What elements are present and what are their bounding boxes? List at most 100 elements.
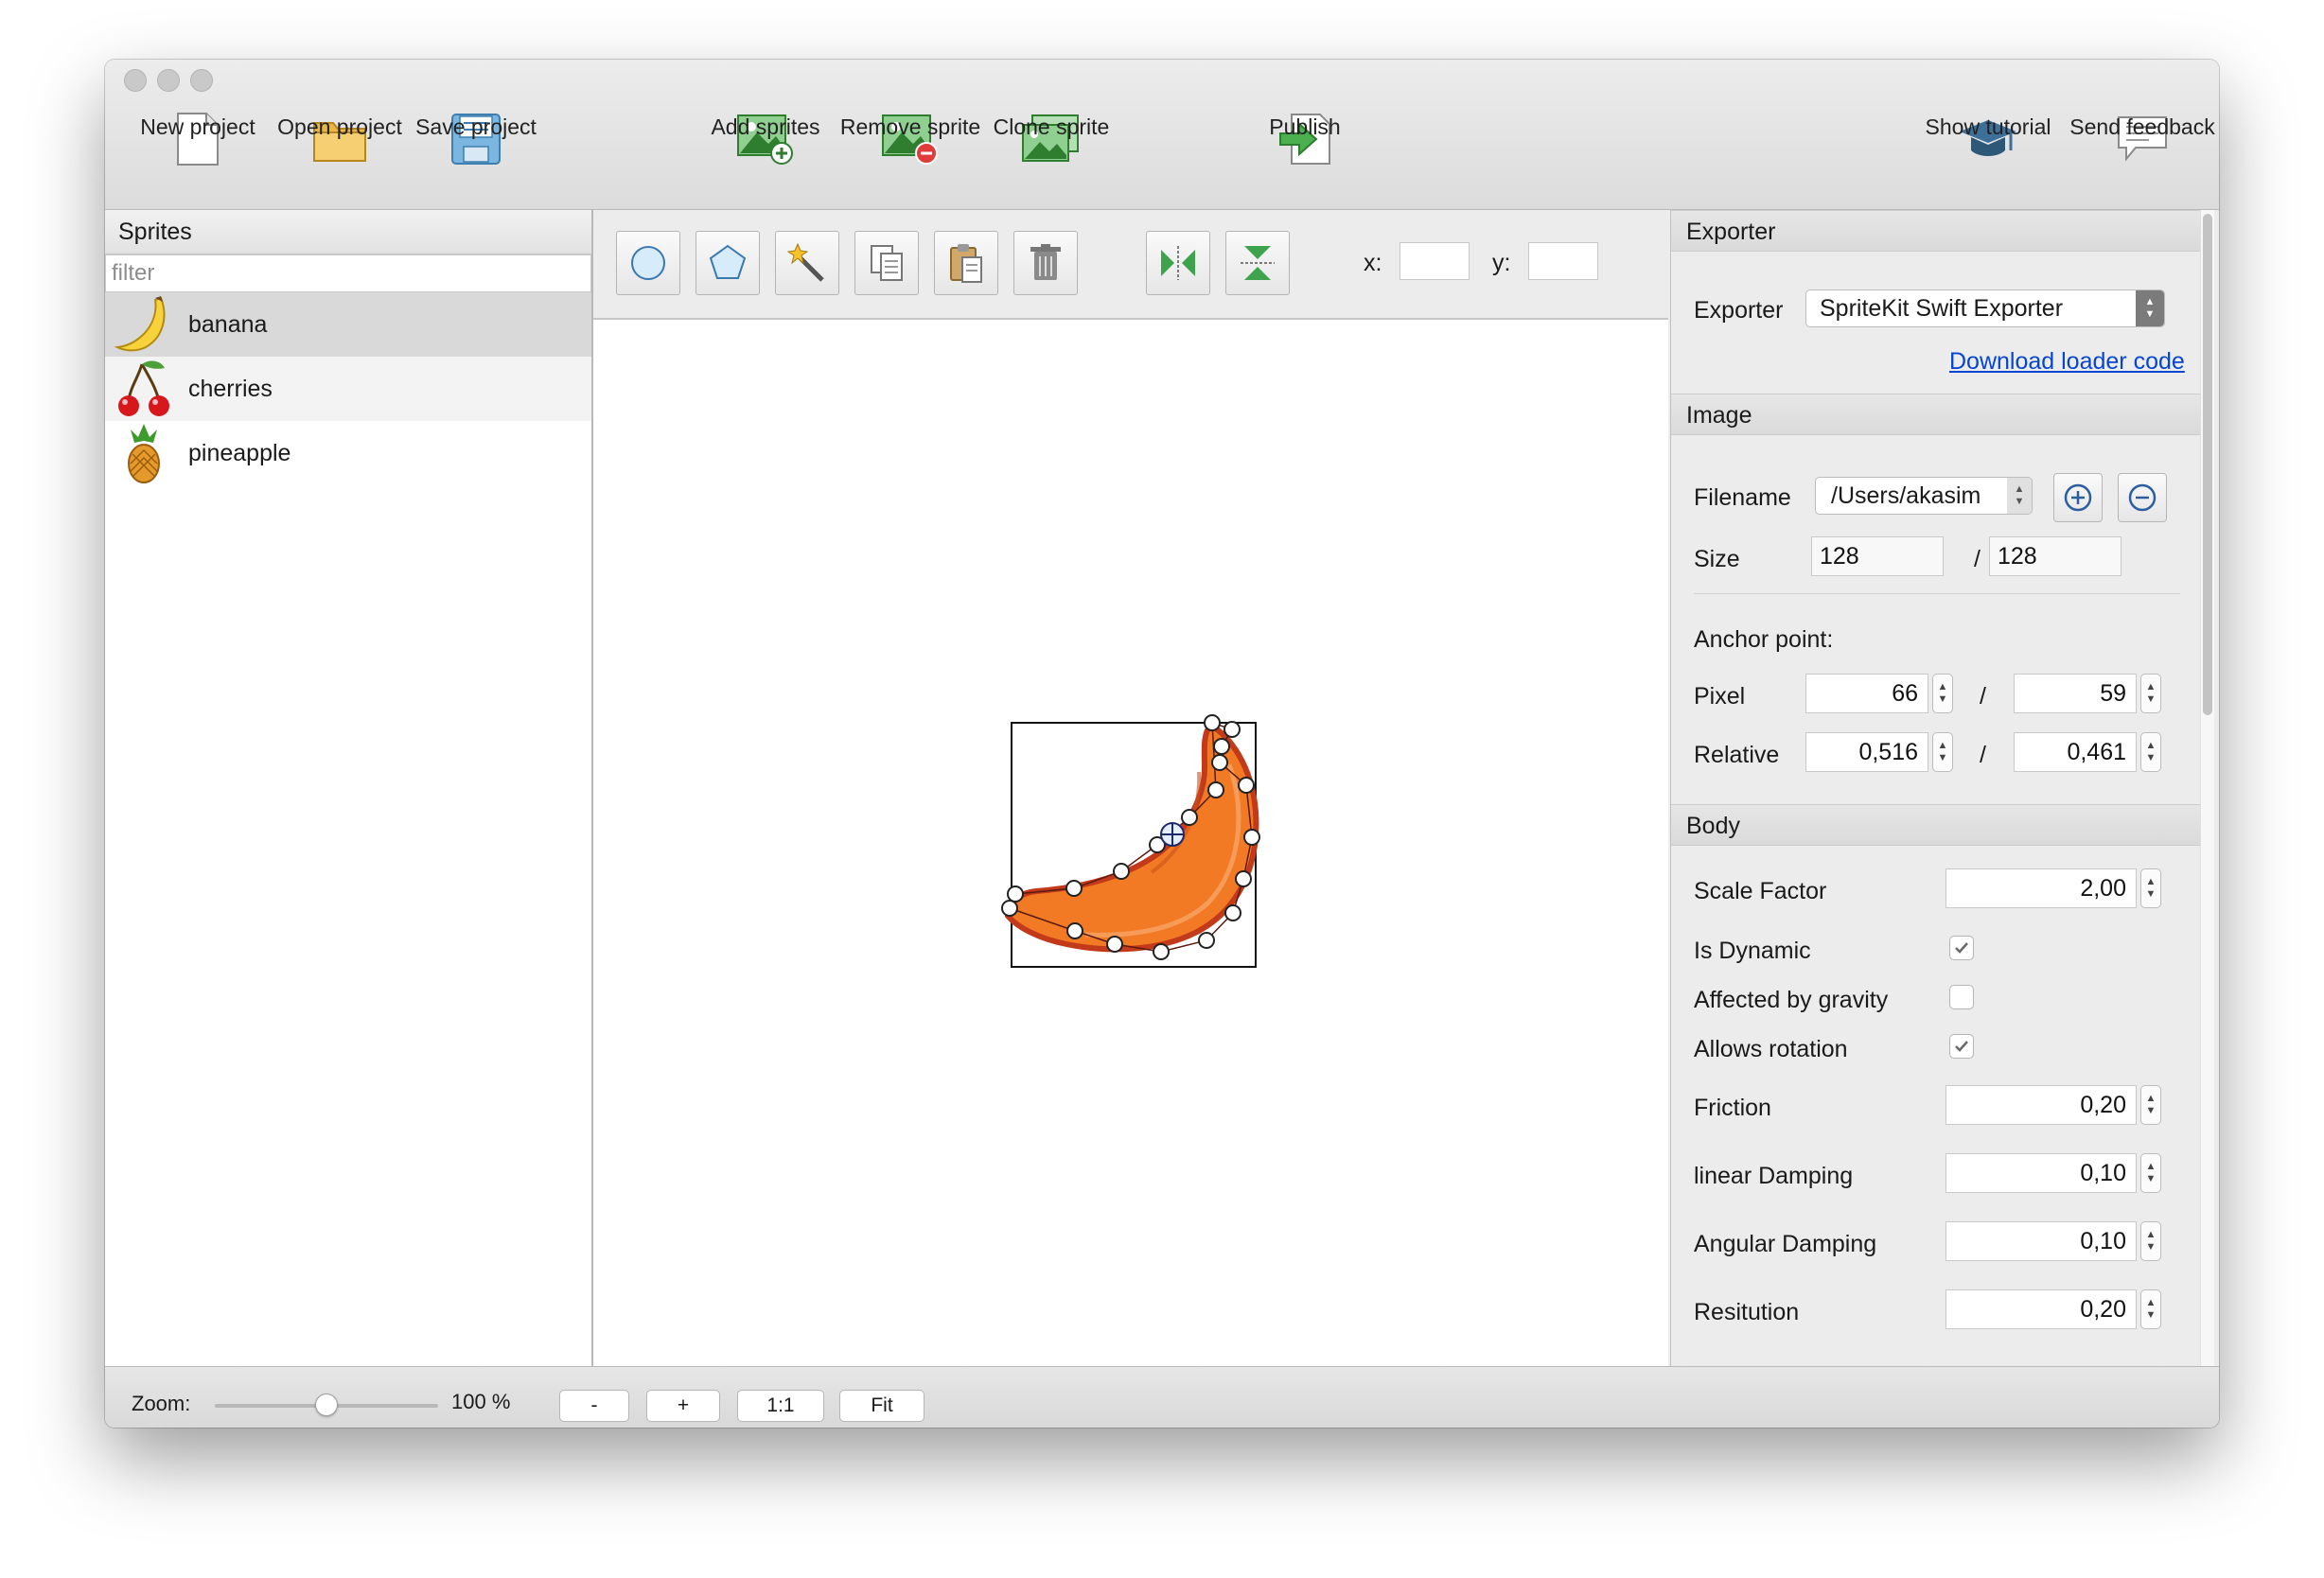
- y-label: y:: [1492, 250, 1511, 276]
- save-project-button[interactable]: Save project: [400, 109, 552, 169]
- zoom-window-button[interactable]: [190, 69, 213, 92]
- scale-factor-stepper[interactable]: ▲ ▼: [2140, 868, 2161, 908]
- restitution-stepper[interactable]: ▲ ▼: [2140, 1289, 2161, 1329]
- checkmark-icon: [1955, 942, 1968, 954]
- remove-file-button[interactable]: [2118, 473, 2167, 522]
- banana-icon: [111, 292, 177, 357]
- relative-y-stepper[interactable]: ▲ ▼: [2140, 732, 2161, 772]
- sprite-canvas[interactable]: [593, 320, 1668, 1366]
- add-file-button[interactable]: [2053, 473, 2103, 522]
- trash-icon: [1030, 244, 1061, 280]
- linear-damping-field[interactable]: [1945, 1153, 2137, 1193]
- pixel-y-field[interactable]: [2014, 674, 2137, 713]
- image-section-header: Image: [1671, 394, 2201, 435]
- zoom-value: 100 %: [451, 1390, 511, 1413]
- size-separator: /: [1974, 546, 1981, 572]
- affected-by-gravity-checkbox[interactable]: [1949, 985, 1974, 1009]
- zoom-slider[interactable]: [215, 1394, 438, 1416]
- editor-toolbar: x: y:: [593, 210, 1668, 320]
- zoom-in-button[interactable]: +: [646, 1390, 720, 1422]
- filename-select-value: /Users/akasim: [1831, 482, 1981, 509]
- open-project-button[interactable]: Open project: [264, 109, 415, 169]
- pixel-x-stepper[interactable]: ▲ ▼: [1932, 674, 1953, 713]
- inspector-scroll-thumb[interactable]: [2203, 214, 2212, 715]
- clone-sprite-button[interactable]: Clone sprite: [976, 109, 1127, 169]
- delete-button[interactable]: [1013, 231, 1078, 295]
- pixel-separator: /: [1980, 683, 1986, 710]
- body-section-header: Body: [1671, 804, 2201, 846]
- close-window-button[interactable]: [124, 69, 147, 92]
- angular-damping-stepper[interactable]: ▲ ▼: [2140, 1221, 2161, 1261]
- pixel-x-field[interactable]: [1805, 674, 1928, 713]
- friction-stepper[interactable]: ▲ ▼: [2140, 1085, 2161, 1125]
- main-toolbar: New project Open project Save project Ad…: [105, 60, 2219, 210]
- download-loader-code-link[interactable]: Download loader code: [1949, 348, 2185, 376]
- sprite-item-banana[interactable]: banana: [105, 292, 591, 357]
- copy-icon: [871, 245, 903, 281]
- add-sprites-button[interactable]: Add sprites: [690, 109, 841, 169]
- magic-wand-tool-button[interactable]: [775, 231, 839, 295]
- friction-field[interactable]: [1945, 1085, 2137, 1125]
- anchor-point-label: Anchor point:: [1694, 626, 1834, 653]
- anchor-point-icon[interactable]: [1160, 822, 1185, 847]
- size-label: Size: [1694, 546, 1740, 572]
- relative-separator: /: [1980, 742, 1986, 768]
- size-height-field: [1989, 536, 2122, 576]
- remove-sprite-button[interactable]: Remove sprite: [835, 109, 986, 169]
- sprite-editor: x: y:: [593, 210, 1668, 1366]
- publish-button[interactable]: Publish: [1229, 109, 1381, 169]
- inspector-scrollbar[interactable]: [2200, 210, 2214, 1366]
- friction-label: Friction: [1694, 1095, 1771, 1121]
- flip-vertical-button[interactable]: [1225, 231, 1290, 295]
- relative-x-field[interactable]: [1805, 732, 1928, 772]
- filename-select[interactable]: /Users/akasim ▲ ▼: [1815, 477, 2033, 515]
- show-tutorial-button[interactable]: Show tutorial: [1912, 109, 2064, 169]
- linear-damping-stepper[interactable]: ▲ ▼: [2140, 1153, 2161, 1193]
- show-tutorial-label: Show tutorial: [1925, 114, 2051, 139]
- publish-label: Publish: [1269, 114, 1341, 139]
- flip-horizontal-icon: [1161, 246, 1195, 280]
- angular-damping-field[interactable]: [1945, 1221, 2137, 1261]
- sprite-item-label: banana: [188, 310, 268, 338]
- copy-button[interactable]: [854, 231, 919, 295]
- zoom-actual-size-button[interactable]: 1:1: [737, 1390, 824, 1422]
- checkmark-icon: [1955, 1041, 1968, 1052]
- angular-damping-label: Angular Damping: [1694, 1231, 1877, 1257]
- sprite-filter-input[interactable]: [105, 254, 591, 292]
- zoom-fit-button[interactable]: Fit: [839, 1390, 924, 1422]
- restitution-label: Resitution: [1694, 1299, 1800, 1325]
- exporter-select[interactable]: SpriteKit Swift Exporter ▲ ▼: [1805, 289, 2165, 327]
- app-window: New project Open project Save project Ad…: [105, 60, 2219, 1428]
- new-project-button[interactable]: New project: [122, 109, 273, 169]
- allows-rotation-checkbox[interactable]: [1949, 1034, 1974, 1059]
- send-feedback-button[interactable]: Send feedback: [2067, 109, 2218, 169]
- is-dynamic-checkbox[interactable]: [1949, 936, 1974, 960]
- relative-y-field[interactable]: [2014, 732, 2137, 772]
- y-coordinate-input[interactable]: [1528, 242, 1598, 280]
- status-bar: Zoom: 100 % - + 1:1 Fit: [105, 1366, 2219, 1428]
- restitution-field[interactable]: [1945, 1289, 2137, 1329]
- sprite-item-cherries[interactable]: cherries: [105, 357, 591, 421]
- magic-wand-icon: [786, 242, 824, 282]
- zoom-slider-thumb[interactable]: [315, 1394, 338, 1416]
- x-coordinate-input[interactable]: [1400, 242, 1470, 280]
- allows-rotation-label: Allows rotation: [1694, 1036, 1848, 1062]
- minimize-window-button[interactable]: [157, 69, 180, 92]
- relative-x-stepper[interactable]: ▲ ▼: [1932, 732, 1953, 772]
- zoom-out-button[interactable]: -: [559, 1390, 629, 1422]
- pixel-y-stepper[interactable]: ▲ ▼: [2140, 674, 2161, 713]
- zoom-label: Zoom:: [132, 1392, 191, 1415]
- paste-icon: [950, 244, 982, 283]
- polygon-tool-icon: [709, 244, 747, 279]
- new-project-label: New project: [140, 114, 255, 139]
- sprites-header: Sprites: [105, 210, 591, 254]
- scale-factor-field[interactable]: [1945, 868, 2137, 908]
- sprite-item-label: pineapple: [188, 439, 291, 466]
- paste-button[interactable]: [934, 231, 998, 295]
- flip-horizontal-button[interactable]: [1146, 231, 1210, 295]
- open-project-label: Open project: [277, 114, 402, 139]
- polygon-tool-button[interactable]: [695, 231, 760, 295]
- add-sprites-label: Add sprites: [711, 114, 820, 139]
- sprite-item-pineapple[interactable]: pineapple: [105, 421, 591, 485]
- circle-tool-button[interactable]: [616, 231, 680, 295]
